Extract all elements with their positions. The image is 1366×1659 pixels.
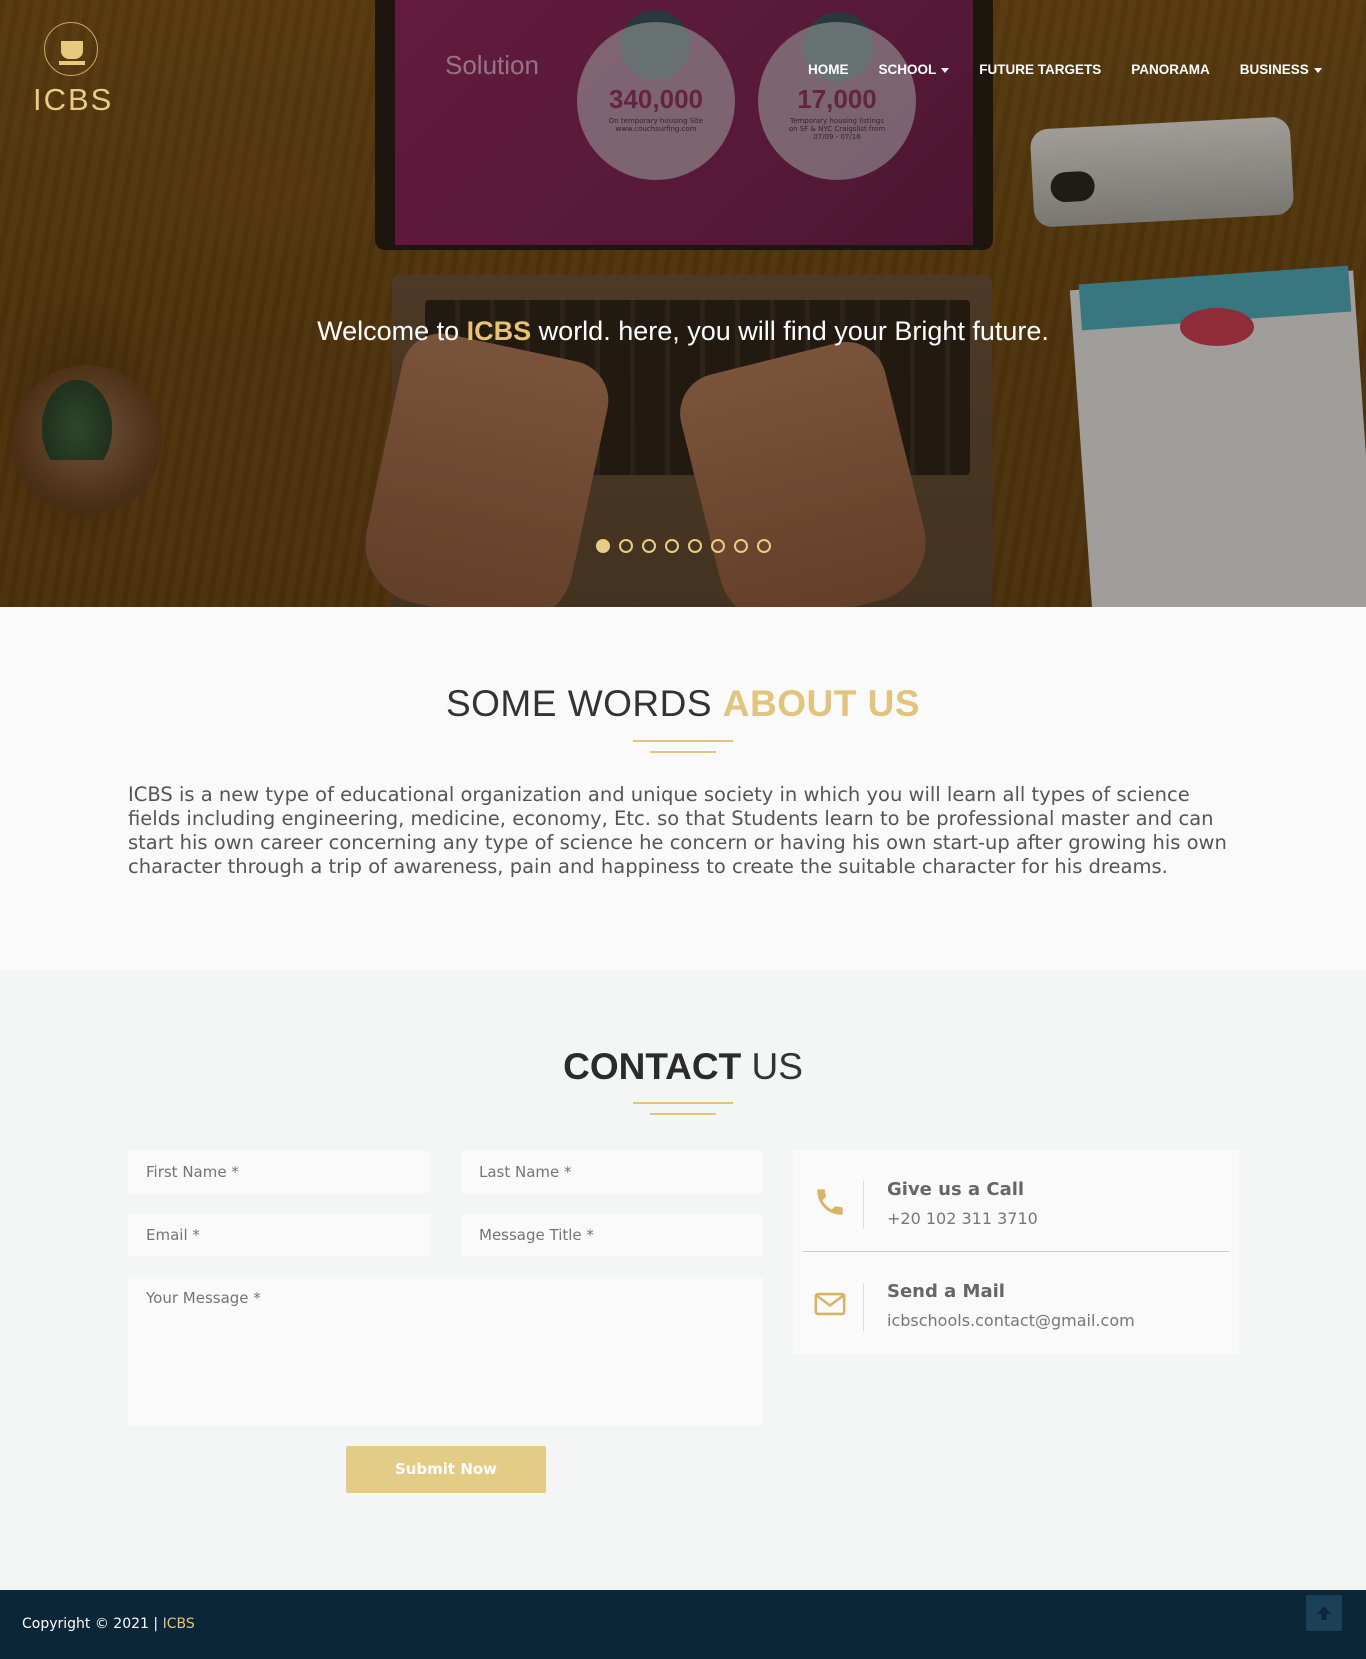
message-title-field[interactable] [461, 1214, 763, 1256]
chevron-down-icon [1313, 67, 1322, 73]
hero-caption: Welcome to ICBS world. here, you will fi… [0, 316, 1366, 347]
title-divider-top [633, 740, 733, 742]
info-separator [863, 1283, 864, 1331]
brand-logo-icon [44, 22, 98, 76]
title-divider-bottom [650, 1113, 716, 1115]
carousel-indicators [596, 539, 771, 553]
nav-item-school[interactable]: SCHOOL [879, 62, 950, 77]
nav-item-panorama[interactable]: PANORAMA [1131, 62, 1210, 77]
copyright-label: Copyright © 2021 | [22, 1616, 163, 1632]
call-phone-number[interactable]: +20 102 311 3710 [887, 1209, 1038, 1228]
nav-item-panorama-label: PANORAMA [1131, 62, 1210, 77]
about-section: SOME WORDS ABOUT US ICBS is a new type o… [0, 607, 1366, 970]
envelope-icon [814, 1292, 846, 1316]
brand-name: ICBS [33, 82, 114, 117]
carousel-dot-2[interactable] [619, 539, 633, 553]
first-name-field[interactable] [128, 1151, 430, 1193]
info-divider [803, 1251, 1229, 1252]
message-textarea[interactable] [128, 1277, 763, 1425]
about-title-pre: SOME WORDS [445, 683, 723, 724]
site-footer: Copyright © 2021 | ICBS [0, 1590, 1366, 1659]
carousel-dot-8[interactable] [757, 539, 771, 553]
hero-carousel: Solution 340,000 On temporary housing Si… [0, 0, 1366, 607]
back-to-top-button[interactable] [1306, 1595, 1342, 1631]
carousel-dot-3[interactable] [642, 539, 656, 553]
brand-logo-link[interactable]: ICBS [33, 22, 114, 118]
hero-overlay [0, 0, 1366, 607]
mail-info: Send a Mail icbschools.contact@gmail.com [793, 1257, 1239, 1353]
carousel-dot-4[interactable] [665, 539, 679, 553]
call-title: Give us a Call [887, 1179, 1025, 1200]
arrow-up-icon [1317, 1606, 1331, 1620]
nav-item-business-label: BUSINESS [1239, 62, 1309, 77]
title-divider-top [633, 1102, 733, 1104]
contact-title-bold: CONTACT [563, 1046, 742, 1087]
logo-cup [61, 41, 83, 59]
last-name-field[interactable] [461, 1151, 763, 1193]
nav-item-business[interactable]: BUSINESS [1240, 62, 1322, 77]
copyright-brand-link[interactable]: ICBS [163, 1616, 195, 1632]
mail-address[interactable]: icbschools.contact@gmail.com [887, 1311, 1135, 1330]
submit-button[interactable]: Submit Now [346, 1446, 546, 1493]
carousel-dot-6[interactable] [711, 539, 725, 553]
info-separator [863, 1181, 864, 1229]
nav-item-home[interactable]: HOME [808, 62, 849, 77]
email-field[interactable] [128, 1214, 430, 1256]
contact-title-light: US [741, 1046, 803, 1087]
nav-item-future-targets[interactable]: FUTURE TARGETS [979, 62, 1101, 77]
hero-caption-pre: Welcome to [317, 316, 467, 346]
mail-title: Send a Mail [887, 1281, 1005, 1302]
carousel-dot-1[interactable] [596, 539, 610, 553]
logo-base [59, 61, 85, 65]
contact-info-card: Give us a Call +20 102 311 3710 Send a M… [793, 1150, 1239, 1354]
nav-item-home-label: HOME [808, 62, 849, 77]
chevron-down-icon [941, 67, 950, 73]
about-title-highlight: ABOUT US [722, 683, 921, 724]
contact-section: CONTACT US Submit Now Give us a Call +20… [0, 970, 1366, 1590]
hero-caption-post: world. here, you will find your Bright f… [531, 316, 1049, 346]
hero-caption-highlight: ICBS [466, 316, 532, 346]
nav-item-future-targets-label: FUTURE TARGETS [979, 62, 1102, 77]
main-nav: HOME SCHOOL FUTURE TARGETS PANORAMA BUSI… [808, 62, 1352, 77]
title-divider-bottom [650, 751, 716, 753]
carousel-dot-7[interactable] [734, 539, 748, 553]
contact-title: CONTACT US [0, 1046, 1366, 1088]
copyright-text: Copyright © 2021 | ICBS [22, 1616, 195, 1632]
about-body: ICBS is a new type of educational organi… [128, 783, 1227, 878]
phone-icon [817, 1189, 843, 1215]
nav-item-school-label: SCHOOL [878, 62, 937, 77]
call-info: Give us a Call +20 102 311 3710 [793, 1155, 1239, 1251]
carousel-dot-5[interactable] [688, 539, 702, 553]
about-title: SOME WORDS ABOUT US [0, 683, 1366, 725]
